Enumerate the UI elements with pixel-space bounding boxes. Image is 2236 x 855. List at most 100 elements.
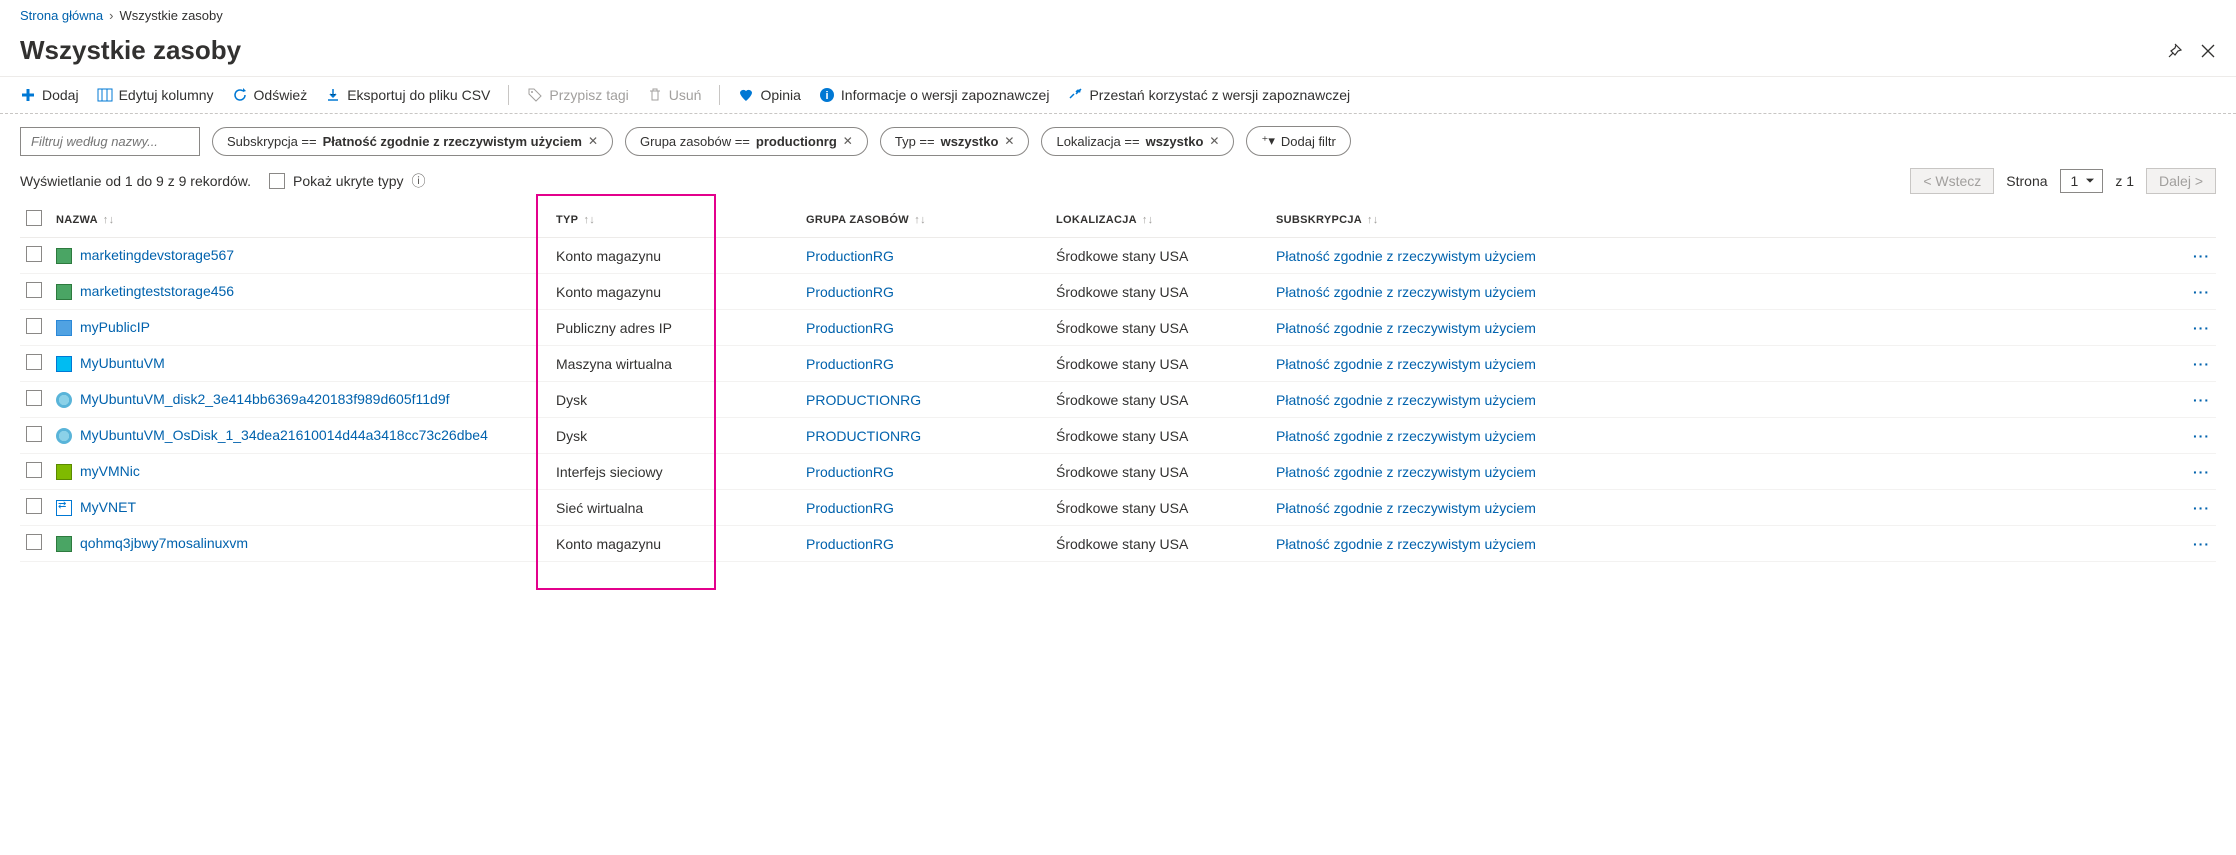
row-checkbox[interactable] (26, 318, 42, 334)
row-checkbox[interactable] (26, 498, 42, 514)
resource-type-icon (56, 392, 72, 408)
filter-name-input[interactable] (20, 127, 200, 156)
resource-link[interactable]: myPublicIP (80, 319, 150, 335)
subscription-link[interactable]: Płatność zgodnie z rzeczywistym użyciem (1276, 356, 1536, 372)
resource-link[interactable]: MyUbuntuVM_OsDisk_1_34dea21610014d44a341… (80, 427, 488, 443)
row-menu-button[interactable]: ··· (2193, 248, 2210, 264)
checkbox-icon[interactable] (269, 173, 285, 189)
remove-icon[interactable]: ✕ (1209, 134, 1219, 148)
cell-type: Konto magazynu (550, 526, 800, 562)
resource-group-link[interactable]: ProductionRG (806, 356, 894, 372)
filter-resource-group[interactable]: Grupa zasobów == productionrg✕ (625, 127, 868, 156)
sort-icon: ↑↓ (914, 214, 926, 226)
close-icon[interactable] (2200, 43, 2216, 59)
row-checkbox[interactable] (26, 390, 42, 406)
page-label: Strona (2006, 173, 2047, 189)
leave-preview-button[interactable]: Przestań korzystać z wersji zapoznawczej (1067, 87, 1350, 103)
add-button[interactable]: Dodaj (20, 87, 79, 103)
cell-type: Dysk (550, 418, 800, 454)
resource-type-icon (56, 500, 72, 516)
table-row: MyUbuntuVMMaszyna wirtualnaProductionRGŚ… (20, 346, 2216, 382)
cell-location: Środkowe stany USA (1050, 526, 1270, 562)
chevron-right-icon: › (109, 8, 113, 23)
info-icon: i (819, 87, 835, 103)
subscription-link[interactable]: Płatność zgodnie z rzeczywistym użyciem (1276, 320, 1536, 336)
row-checkbox[interactable] (26, 462, 42, 478)
row-menu-button[interactable]: ··· (2193, 356, 2210, 372)
table-row: qohmq3jbwy7mosalinuxvm Konto magazynu Prod… (20, 526, 2216, 562)
info-icon[interactable]: ⓘ (412, 171, 426, 191)
row-menu-button[interactable]: ··· (2193, 428, 2210, 444)
plus-icon (20, 87, 36, 103)
resource-group-link[interactable]: ProductionRG (806, 320, 894, 336)
subscription-link[interactable]: Płatność zgodnie z rzeczywistym użyciem (1276, 248, 1536, 264)
export-csv-button[interactable]: Eksportuj do pliku CSV (325, 87, 490, 103)
table-row: myVMNicInterfejs sieciowyProductionRGŚro… (20, 454, 2216, 490)
subscription-link[interactable]: Płatność zgodnie z rzeczywistym użyciem (1276, 464, 1536, 480)
resource-group-link[interactable]: ProductionRG (806, 464, 894, 480)
remove-icon[interactable]: ✕ (1004, 134, 1014, 148)
resource-link[interactable]: marketingdevstorage567 (80, 247, 234, 263)
remove-icon[interactable]: ✕ (588, 134, 598, 148)
resource-link[interactable]: MyVNET (80, 499, 136, 515)
cell-location: Środkowe stany USA (1050, 454, 1270, 490)
column-name[interactable]: NAZWA ↑↓ (50, 202, 550, 238)
resource-group-link[interactable]: ProductionRG (806, 536, 894, 552)
add-filter-button[interactable]: ⁺▾Dodaj filtr (1246, 126, 1350, 156)
resource-link[interactable]: MyUbuntuVM_disk2_3e414bb6369a420183f989d… (80, 391, 450, 407)
feedback-button[interactable]: Opinia (738, 87, 800, 103)
subscription-link[interactable]: Płatność zgodnie z rzeczywistym użyciem (1276, 536, 1536, 552)
refresh-button[interactable]: Odśwież (232, 87, 308, 103)
subscription-link[interactable]: Płatność zgodnie z rzeczywistym użyciem (1276, 284, 1536, 300)
column-location[interactable]: LOKALIZACJA ↑↓ (1050, 202, 1270, 238)
row-checkbox[interactable] (26, 426, 42, 442)
svg-text:i: i (825, 90, 828, 102)
column-type[interactable]: TYP ↑↓ (550, 202, 800, 238)
row-menu-button[interactable]: ··· (2193, 464, 2210, 480)
resource-link[interactable]: MyUbuntuVM (80, 355, 165, 371)
filter-bar: Subskrypcja == Płatność zgodnie z rzeczy… (0, 114, 2236, 168)
filter-type[interactable]: Typ == wszystko✕ (880, 127, 1030, 156)
prev-page-button: < Wstecz (1910, 168, 1994, 194)
remove-icon[interactable]: ✕ (843, 134, 853, 148)
table-row: MyUbuntuVM_OsDisk_1_34dea21610014d44a341… (20, 418, 2216, 454)
sort-icon: ↑↓ (103, 214, 115, 226)
next-page-button: Dalej > (2146, 168, 2216, 194)
row-checkbox[interactable] (26, 282, 42, 298)
filter-location[interactable]: Lokalizacja == wszystko✕ (1041, 127, 1234, 156)
resource-group-link[interactable]: ProductionRG (806, 248, 894, 264)
resource-link[interactable]: marketingteststorage456 (80, 283, 234, 299)
row-menu-button[interactable]: ··· (2193, 536, 2210, 552)
preview-info-button[interactable]: iInformacje o wersji zapoznawczej (819, 87, 1050, 103)
column-subscription[interactable]: SUBSKRYPCJA ↑↓ (1270, 202, 2176, 238)
select-all-checkbox[interactable] (26, 210, 42, 226)
row-menu-button[interactable]: ··· (2193, 320, 2210, 336)
row-menu-button[interactable]: ··· (2193, 500, 2210, 516)
show-hidden-checkbox[interactable]: Pokaż ukryte typy ⓘ (269, 171, 426, 191)
resource-link[interactable]: myVMNic (80, 463, 140, 479)
row-checkbox[interactable] (26, 246, 42, 262)
resource-link[interactable]: qohmq3jbwy7mosalinuxvm (80, 535, 248, 551)
resource-group-link[interactable]: PRODUCTIONRG (806, 428, 921, 444)
row-menu-button[interactable]: ··· (2193, 284, 2210, 300)
breadcrumb-home[interactable]: Strona główna (20, 8, 103, 23)
trash-icon (647, 87, 663, 103)
pin-icon[interactable] (2166, 43, 2182, 59)
subscription-link[interactable]: Płatność zgodnie z rzeczywistym użyciem (1276, 428, 1536, 444)
subscription-link[interactable]: Płatność zgodnie z rzeczywistym użyciem (1276, 392, 1536, 408)
exit-icon (1067, 87, 1083, 103)
row-checkbox[interactable] (26, 354, 42, 370)
row-menu-button[interactable]: ··· (2193, 392, 2210, 408)
column-resource-group[interactable]: GRUPA ZASOBÓW ↑↓ (800, 202, 1050, 238)
resource-group-link[interactable]: ProductionRG (806, 284, 894, 300)
resource-group-link[interactable]: PRODUCTIONRG (806, 392, 921, 408)
resource-type-icon (56, 536, 72, 552)
row-checkbox[interactable] (26, 534, 42, 550)
table-row: myPublicIPPubliczny adres IPProductionRG… (20, 310, 2216, 346)
edit-columns-button[interactable]: Edytuj kolumny (97, 87, 214, 103)
filter-subscription[interactable]: Subskrypcja == Płatność zgodnie z rzeczy… (212, 127, 613, 156)
subscription-link[interactable]: Płatność zgodnie z rzeczywistym użyciem (1276, 500, 1536, 516)
sort-icon: ↑↓ (583, 214, 595, 226)
resource-group-link[interactable]: ProductionRG (806, 500, 894, 516)
page-select[interactable]: 1 (2060, 169, 2104, 193)
